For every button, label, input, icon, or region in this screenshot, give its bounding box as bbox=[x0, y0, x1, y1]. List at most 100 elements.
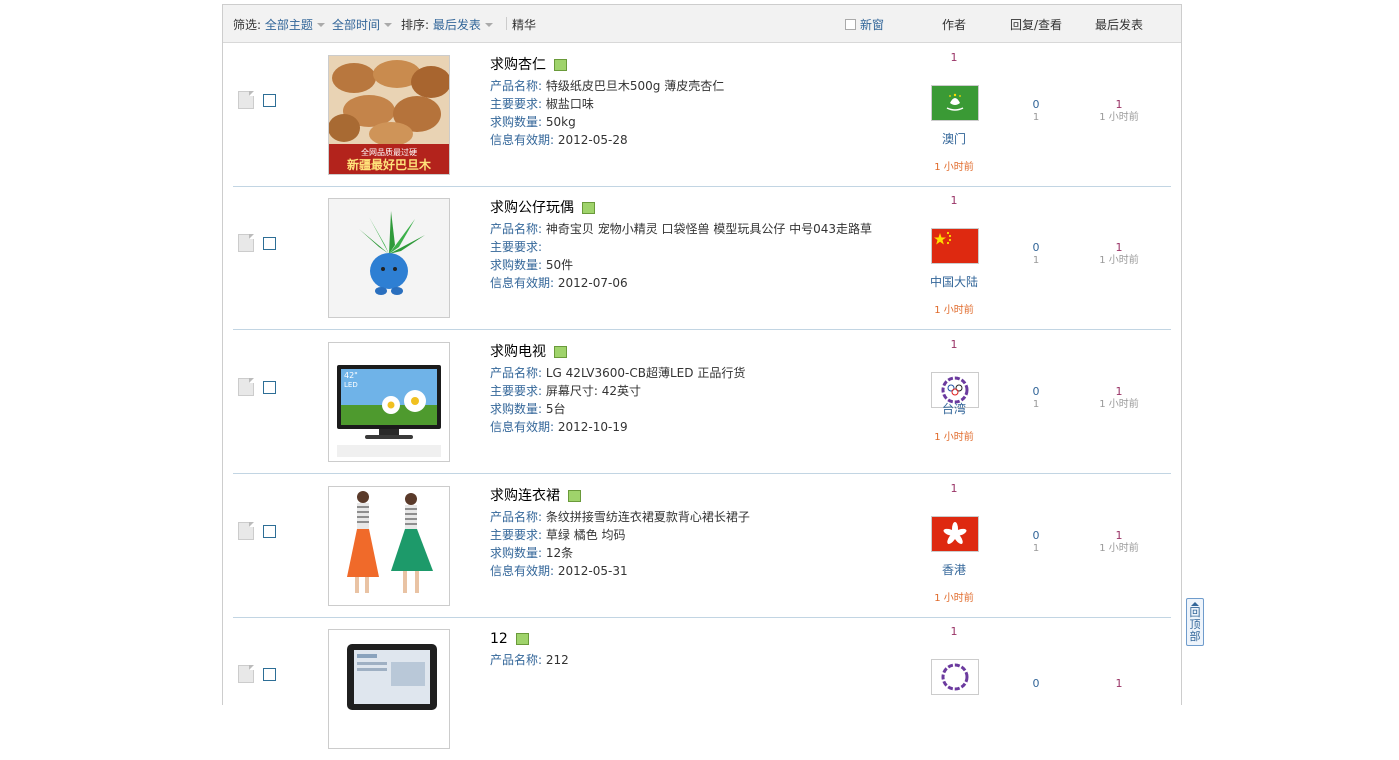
author-name[interactable]: 1 bbox=[919, 625, 989, 638]
validity-value: 2012-05-28 bbox=[557, 133, 628, 147]
digest-link[interactable]: 精华 bbox=[512, 16, 536, 33]
image-attachment-icon bbox=[568, 490, 581, 502]
back-to-top-label: 回顶部 bbox=[1189, 606, 1201, 643]
quantity-value: 12条 bbox=[545, 546, 574, 560]
reply-count[interactable]: 0 bbox=[1011, 98, 1061, 112]
last-post-cell: 1 1 小时前 bbox=[1089, 385, 1149, 411]
row-checkbox[interactable] bbox=[263, 525, 276, 538]
row-checkbox[interactable] bbox=[263, 94, 276, 107]
quantity-label: 求购数量: bbox=[490, 402, 543, 416]
requirement-label: 主要要求: bbox=[490, 97, 543, 111]
tablet-image bbox=[329, 630, 449, 748]
table-row: 12 产品名称: 212 1 0 1 bbox=[233, 617, 1171, 760]
table-row: 求购公仔玩偶 产品名称: 神奇宝贝 宠物小精灵 口袋怪兽 模型玩具公仔 中号04… bbox=[233, 186, 1171, 330]
sort-dropdown[interactable]: 最后发表 bbox=[433, 18, 481, 32]
quantity-label: 求购数量: bbox=[490, 546, 543, 560]
toy-image bbox=[329, 199, 449, 317]
thread-title[interactable]: 求购杏仁 bbox=[490, 57, 546, 73]
dress-image bbox=[329, 487, 449, 605]
product-thumbnail[interactable]: 42" LED bbox=[328, 342, 450, 462]
location-link[interactable]: 中国大陆 bbox=[919, 273, 989, 290]
location-link[interactable]: 澳门 bbox=[919, 130, 989, 147]
thumb-caption-main: 新疆最好巴旦木 bbox=[347, 157, 432, 172]
last-post-time[interactable]: 1 小时前 bbox=[1089, 543, 1149, 555]
validity-value: 2012-07-06 bbox=[557, 276, 628, 290]
col-reply-view[interactable]: 回复/查看 bbox=[1010, 16, 1062, 33]
location-link[interactable]: 台湾 bbox=[919, 400, 989, 417]
last-post-time[interactable]: 1 小时前 bbox=[1089, 399, 1149, 411]
product-name: 神奇宝贝 宠物小精灵 口袋怪兽 模型玩具公仔 中号043走路草 bbox=[545, 222, 873, 236]
chevron-down-icon bbox=[384, 23, 393, 27]
product-thumbnail[interactable] bbox=[328, 198, 450, 318]
last-post-time[interactable]: 1 小时前 bbox=[1089, 255, 1149, 267]
row-checkbox[interactable] bbox=[263, 668, 276, 681]
new-window-checkbox[interactable] bbox=[845, 19, 856, 30]
product-label: 产品名称: bbox=[490, 510, 543, 524]
thumb-caption-top: 全网品质最过硬 bbox=[361, 147, 417, 157]
last-post-cell: 1 1 小时前 bbox=[1089, 241, 1149, 267]
row-checkbox[interactable] bbox=[263, 237, 276, 250]
sort-group: 排序: 最后发表 bbox=[401, 16, 493, 33]
quantity-value: 50件 bbox=[545, 258, 574, 272]
last-post-user[interactable]: 1 bbox=[1089, 677, 1149, 691]
reply-count[interactable]: 0 bbox=[1011, 529, 1061, 543]
document-icon bbox=[238, 234, 254, 252]
last-post-user[interactable]: 1 bbox=[1089, 385, 1149, 399]
table-row: 全网品质最过硬 新疆最好巴旦木 求购杏仁 产品名称: 特级纸皮巴旦木500g 薄… bbox=[233, 43, 1171, 187]
row-checkbox[interactable] bbox=[263, 381, 276, 394]
thread-title[interactable]: 求购电视 bbox=[490, 344, 546, 360]
product-thumbnail[interactable]: 全网品质最过硬 新疆最好巴旦木 bbox=[328, 55, 450, 175]
post-time: 1 小时前 bbox=[934, 162, 974, 173]
product-label: 产品名称: bbox=[490, 653, 543, 667]
hongkong-flag-icon[interactable] bbox=[931, 516, 979, 552]
last-post-cell: 1 1 小时前 bbox=[1089, 98, 1149, 124]
thread-title[interactable]: 求购连衣裙 bbox=[490, 488, 560, 504]
document-icon bbox=[238, 91, 254, 109]
back-to-top-button[interactable]: 回顶部 bbox=[1186, 598, 1204, 646]
validity-value: 2012-05-31 bbox=[557, 564, 628, 578]
taiwan-flag-icon[interactable] bbox=[931, 659, 979, 695]
macau-flag-icon[interactable] bbox=[931, 85, 979, 121]
view-count: 1 bbox=[1032, 112, 1040, 123]
last-post-user[interactable]: 1 bbox=[1089, 241, 1149, 255]
product-name: LG 42LV3600-CB超薄LED 正品行货 bbox=[545, 366, 746, 380]
thread-info: 求购杏仁 产品名称: 特级纸皮巴旦木500g 薄皮壳杏仁 主要要求: 椒盐口味 … bbox=[490, 55, 930, 149]
validity-label: 信息有效期: bbox=[490, 420, 555, 434]
validity-label: 信息有效期: bbox=[490, 276, 555, 290]
col-last-post[interactable]: 最后发表 bbox=[1095, 16, 1143, 33]
time-dropdown[interactable]: 全部时间 bbox=[332, 18, 380, 32]
reply-count[interactable]: 0 bbox=[1011, 677, 1061, 691]
image-attachment-icon bbox=[515, 633, 529, 645]
author-name[interactable]: 1 bbox=[919, 51, 989, 64]
china-flag-icon[interactable] bbox=[931, 228, 979, 264]
last-post-user[interactable]: 1 bbox=[1089, 529, 1149, 543]
thread-title[interactable]: 12 bbox=[490, 631, 508, 647]
product-thumbnail[interactable] bbox=[328, 486, 450, 606]
quantity-label: 求购数量: bbox=[490, 115, 543, 129]
time-filter[interactable]: 全部时间 bbox=[332, 16, 393, 33]
requirement-value: 草绿 橘色 均码 bbox=[545, 528, 626, 542]
post-time: 1 小时前 bbox=[934, 593, 974, 604]
location-link[interactable]: 香港 bbox=[919, 561, 989, 578]
tv-image: 42" LED bbox=[329, 343, 449, 461]
requirement-value: 椒盐口味 bbox=[545, 97, 594, 111]
document-icon bbox=[238, 378, 254, 396]
product-name: 212 bbox=[545, 653, 569, 667]
new-window-label: 新窗 bbox=[860, 18, 885, 32]
last-post-user[interactable]: 1 bbox=[1089, 98, 1149, 112]
last-post-time[interactable]: 1 小时前 bbox=[1089, 112, 1149, 124]
requirement-label: 主要要求: bbox=[490, 528, 543, 542]
requirement-label: 主要要求: bbox=[490, 384, 543, 398]
thread-title[interactable]: 求购公仔玩偶 bbox=[490, 200, 574, 216]
author-name[interactable]: 1 bbox=[919, 482, 989, 495]
reply-count[interactable]: 0 bbox=[1011, 241, 1061, 255]
product-thumbnail[interactable] bbox=[328, 629, 450, 749]
filter-dropdown[interactable]: 全部主题 bbox=[265, 18, 313, 32]
thread-info: 求购连衣裙 产品名称: 条纹拼接雪纺连衣裙夏款背心裙长裙子 主要要求: 草绿 橘… bbox=[490, 486, 930, 580]
reply-count[interactable]: 0 bbox=[1011, 385, 1061, 399]
thread-list-panel: 筛选: 全部主题 全部时间 排序: 最后发表 精华 新窗 作者 回复/查看 最后… bbox=[222, 4, 1182, 749]
author-name[interactable]: 1 bbox=[919, 338, 989, 351]
new-window-toggle[interactable]: 新窗 bbox=[845, 16, 884, 33]
author-name[interactable]: 1 bbox=[919, 194, 989, 207]
reply-view-cell: 0 1 bbox=[1011, 385, 1061, 411]
